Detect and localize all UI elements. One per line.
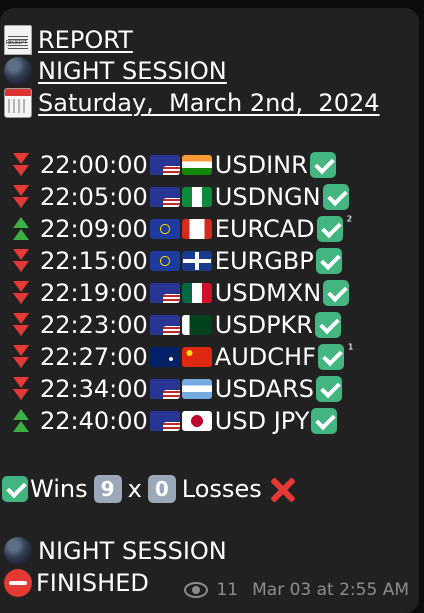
eye-icon [184,582,209,598]
trade-row: 22:34:00 USDARS [10,373,342,405]
trade-row: 22:00:00 USDINR [10,149,336,181]
flag-us-icon [149,283,180,303]
trade-pair: USDMXN [214,279,322,307]
trade-time: 22:34:00 [40,375,148,403]
down-arrow-icon [10,343,32,371]
down-arrow-icon [10,183,32,211]
flag-cn-icon [181,347,212,367]
footer-session-label: NIGHT SESSION [38,537,227,565]
flag-ng-icon [181,187,212,207]
flag-us-icon [149,411,180,431]
report-title: REPORT [38,26,133,54]
check-icon [311,408,338,434]
stop-sign-icon [4,569,32,597]
trade-time: 22:15:00 [40,247,148,275]
flag-pk-icon [181,315,212,335]
times-sign: x [127,475,142,503]
results-summary: Wins 9 x 0 Losses [2,473,296,505]
flag-mx-icon [181,283,212,303]
trade-time: 22:27:00 [40,343,148,371]
message-bubble[interactable]: REPORT NIGHT SESSION Saturday, March 2nd… [0,8,419,613]
trade-time: 22:05:00 [40,183,148,211]
check-icon [309,152,336,178]
down-arrow-icon [10,151,32,179]
finished-line: FINISHED [2,568,149,598]
check-icon [2,476,28,502]
flag-eu-icon [149,219,180,239]
flag-us-icon [149,315,180,335]
flag-us-icon [149,155,180,175]
flag-ar-icon [181,379,212,399]
trade-row: 22:27:00 AUDCHF ¹ [10,341,354,373]
trade-time: 22:40:00 [40,407,148,435]
trade-time: 22:00:00 [40,151,148,179]
cross-mark-icon [268,475,296,503]
trade-pair: AUDCHF [214,343,316,371]
trade-time: 22:19:00 [40,279,148,307]
check-icon [315,248,342,274]
report-date: Saturday, March 2nd, 2024 [38,89,380,117]
trade-row: 22:23:00 USDPKR [10,309,341,341]
check-icon [314,312,341,338]
message-timestamp: Mar 03 at 2:55 AM [252,580,409,600]
flag-jp-icon [181,411,212,431]
wins-count-keycap: 9 [93,475,122,503]
trade-pair: USDINR [214,151,308,179]
trade-row: 22:40:00 USD JPY [10,405,338,437]
flag-in-icon [181,155,212,175]
trade-pair: USD JPY [214,407,310,435]
view-count: 11 [216,580,239,600]
trade-note: ¹ [347,342,354,358]
trade-pair: EURGBP [214,247,314,275]
footer-session-line: NIGHT SESSION [2,536,227,566]
flag-us-icon [149,379,180,399]
wins-label: Wins [30,475,88,503]
check-icon [322,184,349,210]
flag-eu-icon [149,251,180,271]
trade-row: 22:05:00 USDNGN [10,181,349,213]
trade-pair: EURCAD [214,215,315,243]
trade-time: 22:09:00 [40,215,148,243]
date-line: Saturday, March 2nd, 2024 [2,88,380,118]
down-arrow-icon [10,375,32,403]
losses-count-keycap: 0 [147,475,176,503]
trade-row: 22:19:00 USDMXN [10,277,350,309]
flag-au-icon [149,347,180,367]
down-arrow-icon [10,311,32,339]
flag-us-icon [149,187,180,207]
check-icon [323,280,350,306]
flag-ca-icon [181,219,212,239]
globe-icon [4,57,32,85]
trade-note: ² [346,214,353,230]
trade-pair: USDARS [214,375,314,403]
finished-label: FINISHED [36,569,149,597]
report-line: REPORT [2,25,133,58]
receipt-icon [4,25,32,58]
globe-icon [4,537,32,565]
down-arrow-icon [10,247,32,275]
trade-row: 22:15:00 EURGBP [10,245,342,277]
message-meta: 11 Mar 03 at 2:55 AM [184,580,409,600]
calendar-icon [4,88,32,118]
trade-time: 22:23:00 [40,311,148,339]
session-title: NIGHT SESSION [38,57,227,85]
trade-pair: USDNGN [214,183,321,211]
flag-gb-icon [181,251,212,271]
down-arrow-icon [10,279,32,307]
check-icon [317,344,344,370]
session-line: NIGHT SESSION [2,56,227,86]
check-icon [315,376,342,402]
up-arrow-icon [10,215,32,243]
check-icon [316,216,343,242]
trade-pair: USDPKR [214,311,313,339]
up-arrow-icon [10,407,32,435]
losses-label: Losses [181,475,262,503]
trade-row: 22:09:00 EURCAD ² [10,213,352,245]
